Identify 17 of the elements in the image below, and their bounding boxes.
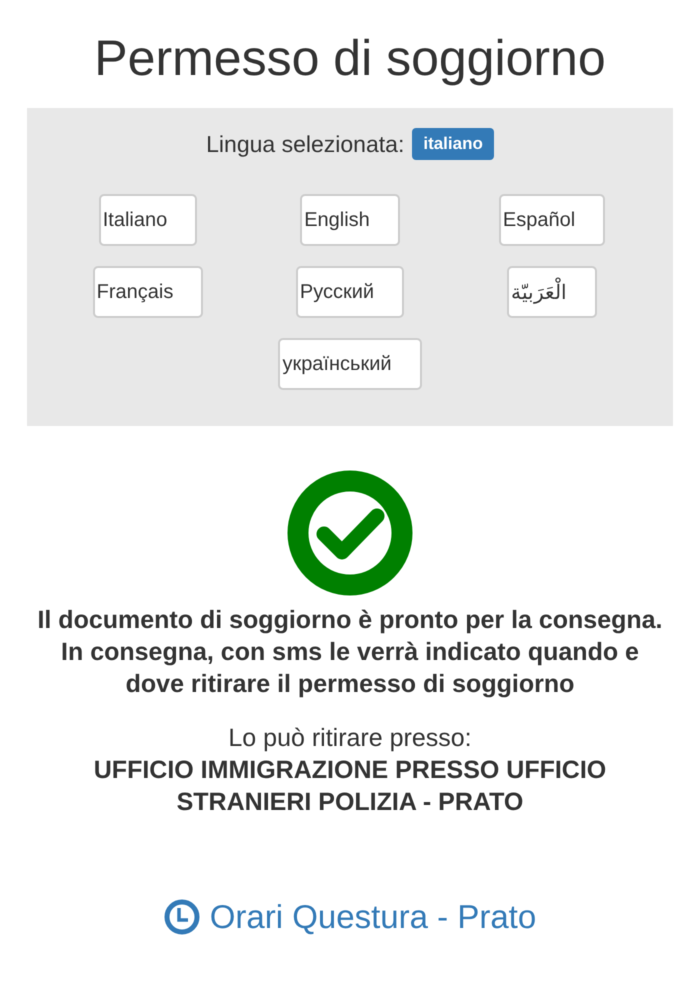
language-button[interactable]: український — [278, 338, 422, 390]
status-message: Il documento di soggiorno è pronto per la consegna. — [36, 605, 664, 636]
language-button[interactable]: الْعَرَبيّة — [507, 266, 597, 318]
language-button[interactable]: Español — [498, 194, 606, 246]
language-button[interactable]: Italiano — [98, 194, 198, 246]
current-language-badge: italiano — [412, 128, 494, 160]
hours-link[interactable]: Orari Questura - Prato — [164, 898, 536, 936]
language-button[interactable]: Русский — [296, 266, 404, 318]
language-label: Lingua selezionata: — [206, 130, 404, 158]
pickup-office: UFFICIO IMMIGRAZIONE PRESSO UFFICIO STRANIERI POLIZIA - PRATO — [92, 755, 608, 818]
status-message: In consegna, con sms le verrà indicato quando e dove ritirare il permesso di soggiorno — [60, 637, 640, 700]
language-button[interactable]: Français — [92, 266, 204, 318]
clock-icon — [164, 899, 200, 935]
pickup-label: Lo può ritirare presso: — [227, 723, 473, 754]
language-button[interactable]: English — [300, 194, 400, 246]
check-circle-icon — [287, 470, 413, 596]
page-title: Permesso di soggiorno — [94, 29, 606, 88]
